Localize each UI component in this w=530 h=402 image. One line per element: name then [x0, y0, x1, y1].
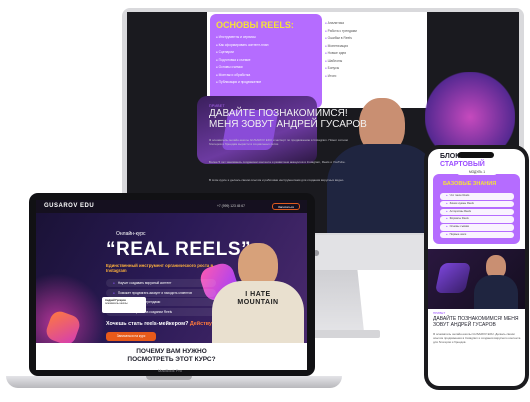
why-heading-line1: ПОЧЕМУ ВАМ НУЖНО	[136, 348, 207, 355]
author-hoodie	[327, 144, 439, 233]
imac-syllabus-box: ОСНОВЫ REELS: Инструменты и сервисы Как …	[210, 14, 322, 108]
why-heading-line2: ПОСМОТРЕТЬ ЭТОТ КУРС?	[127, 356, 216, 363]
list-item: Монтаж и обработка	[216, 72, 316, 80]
cta-question: Хочешь стать reels-мейкером? Действуй!	[106, 321, 217, 327]
list-item: Алгоритмы Reels	[440, 208, 514, 216]
list-item: Публикация и продвижение	[216, 79, 316, 87]
course-label: Онлайн-курс	[116, 231, 146, 237]
author-paragraph-2: Более 5 лет занимаюсь созданием контента…	[209, 160, 346, 164]
list-item: Научит создавать вирусный контент	[106, 279, 216, 287]
tshirt-print-line2: MOUNTAIN	[237, 299, 279, 306]
list-item: Сценарии	[216, 49, 316, 57]
author-paragraph-1: Я основатель онлайн-школы GUSAROV EDU и …	[209, 138, 348, 147]
list-item: Основы съемки	[216, 64, 316, 72]
hello-heading-line1: ДАВАЙТЕ ПОЗНАКОМИМСЯ!	[209, 108, 348, 119]
hello-heading-line2: МЕНЯ ЗОВУТ АНДРЕЙ ГУСАРОВ	[209, 119, 367, 130]
author-paragraph: Я основатель онлайн-школы GUSAROV EDU. Д…	[433, 332, 521, 344]
list-item: Форматы Reels	[440, 216, 514, 223]
block-accent: СТАРТОВЫЙ	[440, 161, 485, 168]
hello-heading: ДАВАЙТЕ ПОЗНАКОМИМСЯ! МЕНЯ ЗОВУТ АНДРЕЙ …	[209, 108, 409, 130]
list-item: Как сформировать контент-план	[216, 42, 316, 50]
author-tshirt: I HATE MOUNTAIN	[212, 281, 304, 345]
imac-syllabus-title: ОСНОВЫ REELS:	[216, 20, 294, 30]
author-banner	[428, 249, 525, 309]
list-item: Инструменты и сервисы	[216, 34, 316, 42]
hello-label: ПРИВЕТ	[433, 311, 446, 315]
site-header: GUSAROV EDU +7 (999) 123 45 67 Записатьс…	[36, 200, 307, 213]
list-item: Итоги	[325, 73, 425, 81]
list-item: Работа с трендами	[325, 28, 425, 36]
list-item: Первые шаги	[440, 231, 514, 239]
list-item: Основы съёмки	[440, 224, 514, 231]
module-list: Что такое Reels Зачем нужны Reels Алгори…	[440, 193, 514, 240]
calendar-3d-illustration	[434, 263, 472, 293]
macbook-screen: GUSAROV EDU +7 (999) 123 45 67 Записатьс…	[36, 200, 307, 370]
devices-mockup: ОСНОВЫ REELS: Инструменты и сервисы Как …	[0, 0, 530, 402]
author-hoodie	[474, 275, 518, 309]
why-section: ПОЧЕМУ ВАМ НУЖНО ПОСМОТРЕТЬ ЭТОТ КУРС?	[36, 343, 307, 370]
course-subtitle: Единственный инструмент органического ро…	[106, 263, 214, 274]
iphone-dynamic-island	[458, 152, 494, 158]
list-item: Подготовка к съемке	[216, 57, 316, 65]
author-photo: I HATE MOUNTAIN	[212, 241, 304, 345]
list-item: Ошибки в Reels	[325, 35, 425, 43]
list-item: Шаблоны	[325, 58, 425, 66]
tshirt-print-line1: I HATE	[245, 291, 271, 298]
list-item: Монетизация	[325, 43, 425, 51]
hero-section: Онлайн-курс “REAL REELS” Единственный ин…	[36, 213, 307, 370]
iphone-screen: БЛОК 2. СТАРТОВЫЙ МОДУЛЬ 1 БАЗОВЫЕ ЗНАНИ…	[428, 149, 525, 386]
macbook-model-label: MacBook Pro	[157, 368, 182, 373]
hello-heading: ДАВАЙТЕ ПОЗНАКОМИМСЯ! МЕНЯ ЗОВУТ АНДРЕЙ …	[433, 316, 519, 328]
list-item: Бонусы	[325, 65, 425, 73]
brand-logo[interactable]: GUSAROV EDU	[44, 203, 94, 209]
phone-link[interactable]: +7 (999) 123 45 67	[217, 204, 245, 208]
list-item: Аналитика	[325, 20, 425, 28]
imac-syllabus-list: Аналитика Работа с трендами Ошибки в Ree…	[325, 20, 425, 80]
list-item: Зачем нужны Reels	[440, 200, 514, 208]
list-item: Новые идеи	[325, 50, 425, 58]
macbook-notch	[146, 376, 192, 380]
list-item: Что такое Reels	[440, 193, 514, 200]
list-item: Поможет продвигать аккаунт и находить кл…	[106, 288, 216, 297]
signup-button[interactable]: Записаться на курс	[106, 332, 156, 341]
author-card-role: основатель школы	[105, 302, 128, 306]
module-title: БАЗОВЫЕ ЗНАНИЯ	[443, 181, 497, 187]
author-card: Андрей Гусаров основатель школы	[102, 297, 146, 313]
author-paragraph-3: В этом курсе я делюсь своим опытом и раб…	[209, 178, 345, 182]
cta-question-text: Хочешь стать reels-мейкером?	[106, 321, 189, 327]
header-signup-button[interactable]: Записаться	[272, 203, 300, 210]
module-badge: МОДУЛЬ 1	[457, 169, 497, 175]
author-photo	[474, 255, 518, 309]
